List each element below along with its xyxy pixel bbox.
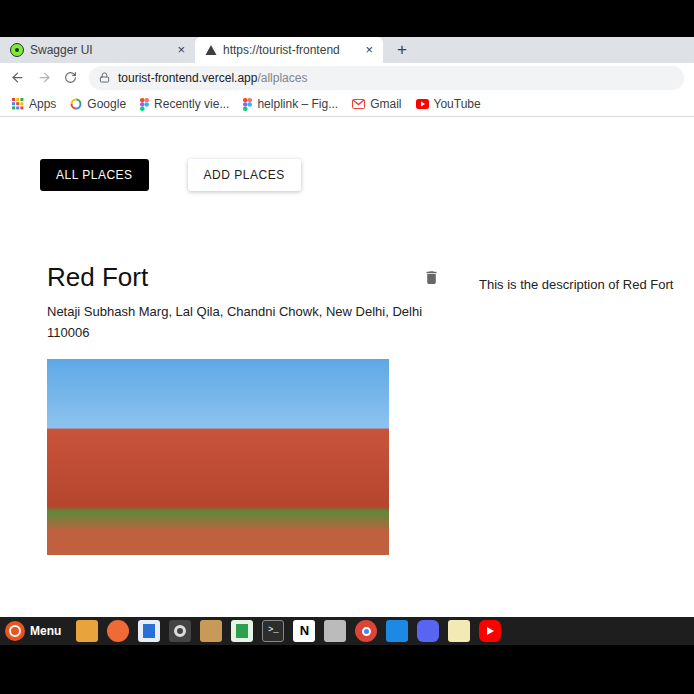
lock-icon (99, 72, 110, 83)
apps-icon (12, 98, 24, 110)
nav-button[interactable]: ALL PLACES (40, 159, 149, 191)
page: ALL PLACES ADD PLACES Red Fort Netaji Subha… (0, 117, 694, 617)
new-tab-button[interactable]: + (383, 37, 421, 63)
package-icon[interactable] (200, 620, 222, 642)
address-field[interactable]: tourist-frontend.vercel.app/allplaces (89, 66, 684, 90)
warning-icon (205, 44, 217, 56)
back-icon[interactable] (10, 70, 25, 85)
files-icon[interactable] (76, 620, 98, 642)
menu-button[interactable]: Menu (5, 621, 67, 641)
vscode-icon[interactable] (386, 620, 408, 642)
tab-strip: Swagger UI×https://tourist-frontend×+ (0, 37, 694, 63)
notes-icon[interactable] (448, 620, 470, 642)
forward-icon[interactable] (37, 70, 52, 85)
bookmark[interactable]: helplink – Fig... (243, 95, 338, 113)
bookmark[interactable]: Apps (12, 95, 56, 113)
writer-icon[interactable] (138, 620, 160, 642)
calculator-icon[interactable] (324, 620, 346, 642)
bottom-border (0, 645, 694, 694)
bookmarks-bar: Apps Google Recently vie... helplink – Fig.… (0, 92, 694, 117)
bookmark[interactable]: YouTube (416, 95, 481, 113)
tab-close-button[interactable]: × (365, 40, 373, 60)
browser-tab[interactable]: Swagger UI× (0, 37, 195, 63)
place-description: This is the description of Red Fort (479, 275, 673, 555)
browser-tab[interactable]: https://tourist-frontend× (195, 37, 383, 63)
bookmark[interactable]: Gmail (352, 95, 401, 113)
gmail-icon (352, 99, 365, 109)
trash-icon[interactable] (423, 269, 440, 286)
nav-buttons: ALL PLACES ADD PLACES (40, 159, 694, 191)
chrome-icon[interactable] (355, 620, 377, 642)
place-address: Netaji Subhash Marg, Lal Qila, Chandni C… (47, 301, 427, 343)
toolbar: tourist-frontend.vercel.app/allplaces (0, 63, 694, 92)
place-card: Red Fort Netaji Subhash Marg, Lal Qila, C… (47, 261, 694, 555)
reload-icon[interactable] (64, 71, 77, 84)
taskbar: Menu >_ N (0, 617, 694, 645)
place-photo (47, 359, 389, 555)
tab-close-button[interactable]: × (177, 40, 185, 60)
discord-icon[interactable] (417, 620, 439, 642)
youtube-app-icon[interactable] (479, 620, 501, 642)
google-icon (70, 98, 82, 110)
youtube-icon (416, 99, 429, 109)
settings-icon[interactable] (169, 620, 191, 642)
notion-icon[interactable]: N (293, 620, 315, 642)
bookmark[interactable]: Google (70, 95, 126, 113)
figma-icon (243, 98, 252, 111)
firefox-icon[interactable] (107, 620, 129, 642)
bookmark[interactable]: Recently vie... (140, 95, 229, 113)
top-border (0, 0, 694, 37)
nav-button[interactable]: ADD PLACES (188, 159, 301, 191)
calc-sheet-icon[interactable] (231, 620, 253, 642)
terminal-icon[interactable]: >_ (262, 620, 284, 642)
place-name: Red Fort (47, 261, 148, 293)
screen: Swagger UI×https://tourist-frontend×+ tou… (0, 0, 694, 694)
figma-icon (140, 98, 149, 111)
swagger-icon (10, 43, 24, 57)
ubuntu-icon (5, 621, 25, 641)
